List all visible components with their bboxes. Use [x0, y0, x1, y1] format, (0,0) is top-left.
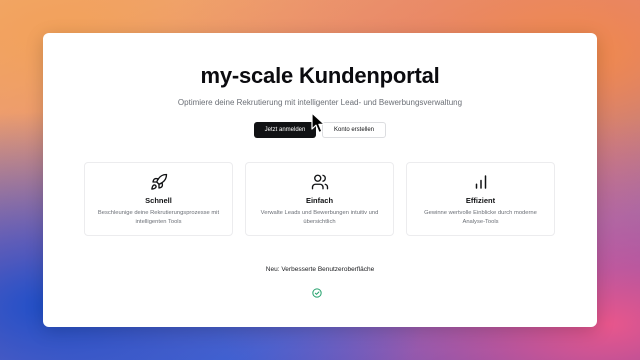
- feature-title: Einfach: [305, 196, 334, 205]
- page-title: my-scale Kundenportal: [200, 63, 440, 88]
- feature-title: Schnell: [145, 196, 172, 205]
- feature-title: Effizient: [465, 196, 496, 205]
- feature-description: Gewinne wertvolle Einblicke durch modern…: [424, 210, 537, 225]
- feature-description: Verwalte Leads und Bewerbungen intuitiv …: [260, 210, 379, 225]
- bar-chart-icon: [407, 173, 554, 191]
- page-subtitle: Optimiere deine Rekrutierung mit intelli…: [177, 98, 463, 107]
- announcement-text: Neu: Verbesserte Benutzeroberfläche: [265, 266, 375, 273]
- feature-card-einfach: Einfach Verwalte Leads und Bewerbungen i…: [245, 162, 394, 236]
- check-circle-icon: [312, 285, 322, 303]
- feature-card-schnell: Schnell Beschleunige deine Rekrutierungs…: [84, 162, 233, 236]
- users-icon: [246, 173, 393, 191]
- register-button[interactable]: Konto erstellen: [322, 122, 386, 138]
- login-button[interactable]: Jetzt anmelden: [254, 122, 316, 138]
- feature-description: Beschleunige deine Rekrutierungsprozesse…: [97, 210, 220, 225]
- feature-card-effizient: Effizient Gewinne wertvolle Einblicke du…: [406, 162, 555, 236]
- mouse-cursor-icon: [311, 112, 327, 139]
- feature-list: Schnell Beschleunige deine Rekrutierungs…: [84, 162, 555, 236]
- portal-card: my-scale Kundenportal Optimiere deine Re…: [43, 33, 597, 327]
- rocket-icon: [85, 173, 232, 191]
